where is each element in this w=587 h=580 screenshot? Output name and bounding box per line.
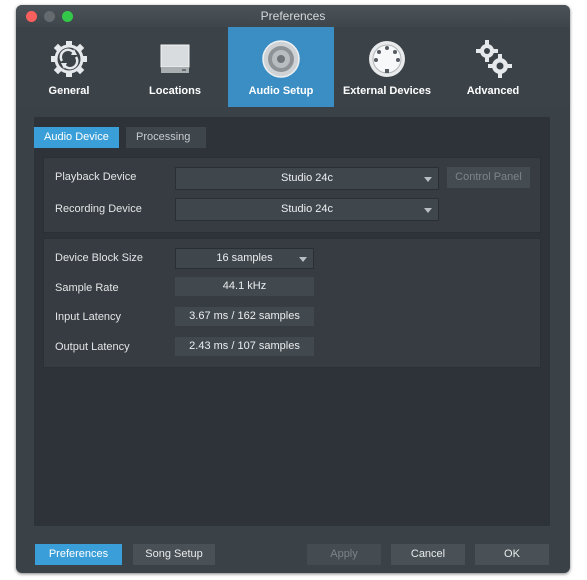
toolbar-audio-setup[interactable]: Audio Setup <box>228 27 334 107</box>
toolbar-locations[interactable]: Locations <box>122 27 228 107</box>
toolbar-advanced[interactable]: Advanced <box>440 27 546 107</box>
chevron-down-icon <box>299 257 307 262</box>
device-block-size-value: 16 samples <box>216 252 273 264</box>
window-title: Preferences <box>260 9 326 23</box>
sync-gear-icon <box>51 41 87 77</box>
toolbar-external-devices[interactable]: External Devices <box>334 27 440 107</box>
speaker-icon <box>262 40 300 78</box>
chevron-down-icon <box>424 177 432 182</box>
toolbar-general[interactable]: General <box>16 27 122 107</box>
drive-icon <box>160 44 190 73</box>
toolbar-external-devices-label: External Devices <box>342 85 432 97</box>
playback-device-select[interactable]: Studio 24c <box>175 167 439 190</box>
control-panel-button[interactable]: Control Panel <box>447 167 530 188</box>
chevron-down-icon <box>424 208 432 213</box>
input-latency-label: Input Latency <box>55 311 122 323</box>
ok-button[interactable]: OK <box>475 544 549 565</box>
preferences-window: Preferences General Locations Audio Setu… <box>16 5 570 573</box>
recording-device-label: Recording Device <box>55 203 142 215</box>
input-latency-value: 3.67 ms / 162 samples <box>175 307 314 326</box>
preferences-button[interactable]: Preferences <box>35 544 122 565</box>
toolbar-audio-setup-label: Audio Setup <box>248 85 314 97</box>
playback-device-value: Studio 24c <box>281 172 333 184</box>
tab-processing[interactable]: Processing <box>126 127 206 148</box>
song-setup-button[interactable]: Song Setup <box>133 544 215 565</box>
playback-device-label: Playback Device <box>55 171 137 183</box>
output-latency-label: Output Latency <box>55 341 130 353</box>
preferences-toolbar: General Locations Audio Setup External D… <box>16 27 570 107</box>
toolbar-locations-label: Locations <box>149 85 201 97</box>
title-bar[interactable]: Preferences <box>16 5 570 28</box>
apply-button[interactable]: Apply <box>307 544 381 565</box>
output-latency-value: 2.43 ms / 107 samples <box>175 337 314 356</box>
recording-device-value: Studio 24c <box>281 203 333 215</box>
device-block-size-label: Device Block Size <box>55 252 144 264</box>
sample-rate-label: Sample Rate <box>55 282 119 294</box>
gears-icon <box>476 40 512 78</box>
device-block-size-select[interactable]: 16 samples <box>175 248 314 269</box>
midi-connector-icon <box>369 41 405 77</box>
cancel-button[interactable]: Cancel <box>391 544 465 565</box>
toolbar-general-label: General <box>48 85 90 97</box>
tab-audio-device[interactable]: Audio Device <box>34 127 119 148</box>
toolbar-advanced-label: Advanced <box>466 85 520 97</box>
sample-rate-value: 44.1 kHz <box>175 277 314 296</box>
recording-device-select[interactable]: Studio 24c <box>175 198 439 221</box>
